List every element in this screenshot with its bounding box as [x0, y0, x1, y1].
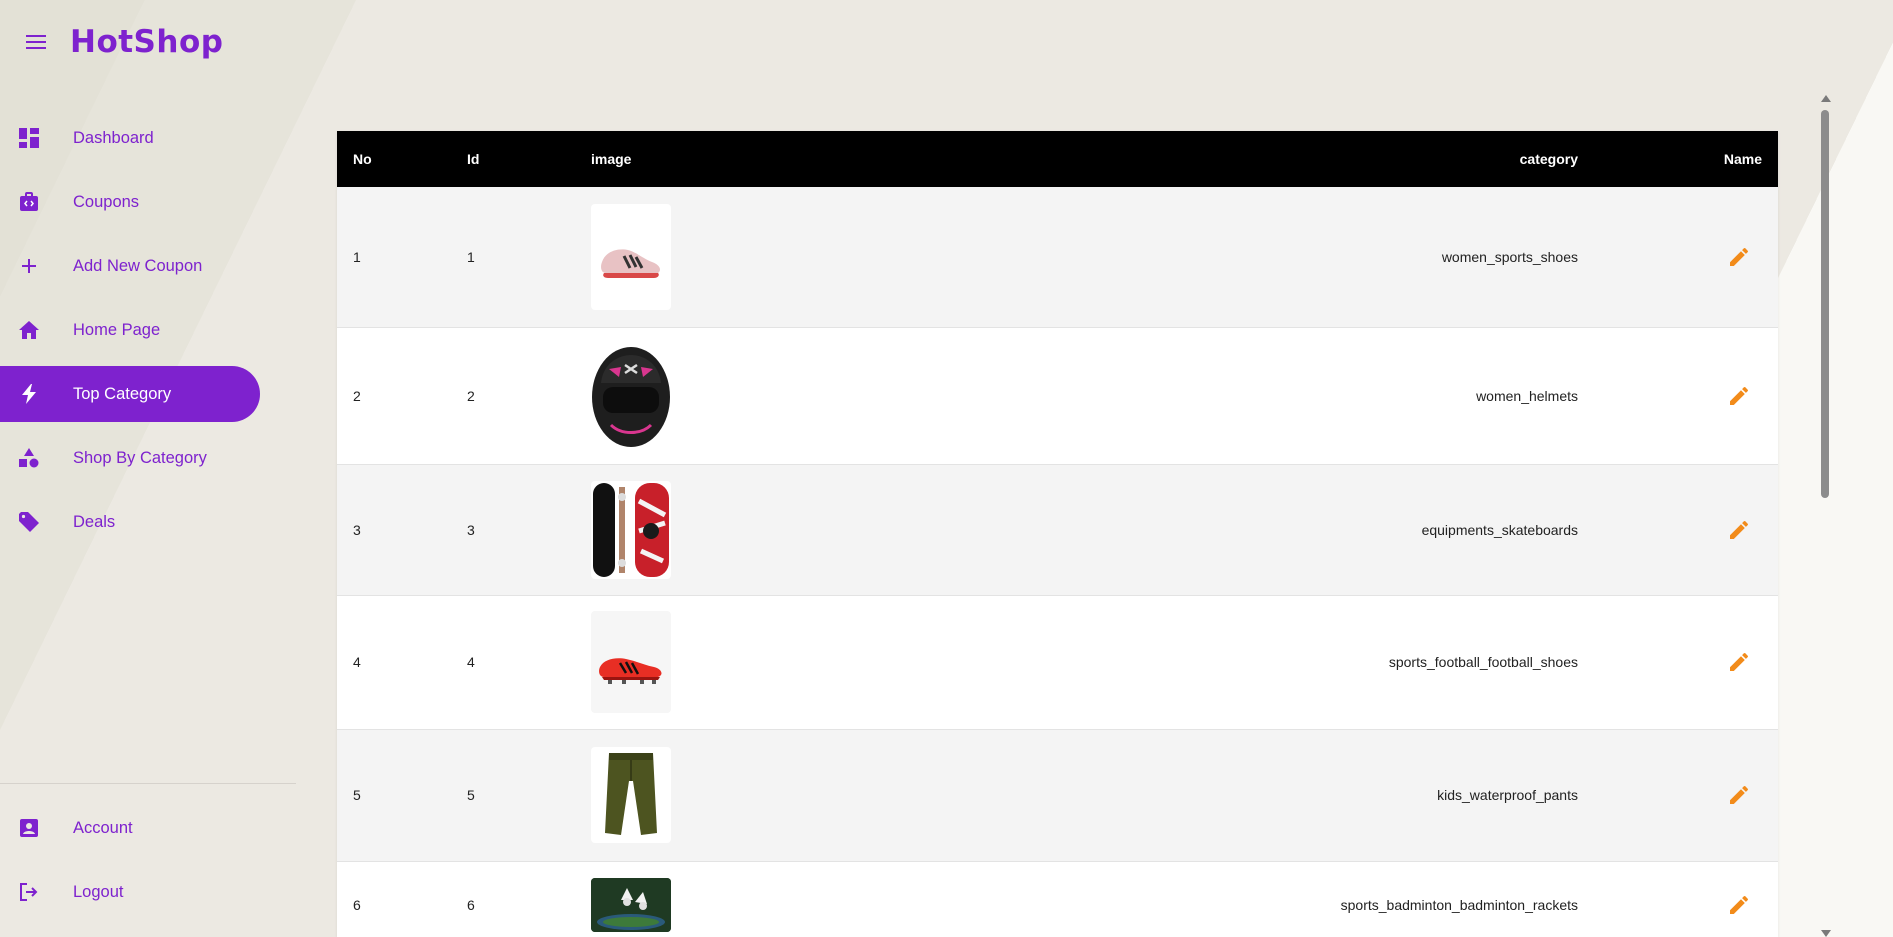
cell-category: women_sports_shoes — [1441, 248, 1578, 265]
category-shapes-icon — [18, 447, 40, 469]
tag-icon — [18, 511, 40, 533]
column-header-name: Name — [1723, 151, 1762, 167]
column-header-image: image — [591, 151, 632, 167]
cell-category: equipments_skateboards — [1421, 521, 1578, 538]
dashboard-icon — [18, 127, 40, 149]
edit-icon[interactable] — [1727, 650, 1751, 674]
sidebar-bottom-nav: Account Logout — [0, 800, 296, 928]
cell-no: 5 — [353, 787, 361, 803]
sidebar-divider — [0, 783, 296, 784]
cell-no: 1 — [353, 248, 361, 265]
edit-icon[interactable] — [1727, 783, 1751, 807]
cell-no: 4 — [353, 654, 361, 670]
sidebar-item-account[interactable]: Account — [0, 800, 260, 856]
sidebar-item-label: Deals — [73, 512, 116, 531]
table-header-row: No Id image category Name — [337, 131, 1778, 187]
sidebar-item-label: Coupons — [73, 192, 140, 211]
sidebar: HotShop Dashboard Coupons Add New Coupon… — [0, 0, 296, 937]
football-shoe-icon — [591, 611, 671, 713]
home-icon — [18, 319, 40, 341]
sidebar-item-home-page[interactable]: Home Page — [0, 302, 260, 358]
sidebar-item-label: Top Category — [73, 384, 172, 403]
table-row: 6 6 sports_badminton_badminton_rackets — [337, 861, 1778, 937]
cell-id: 6 — [467, 897, 475, 913]
menu-icon[interactable] — [24, 30, 48, 54]
helmet-icon — [591, 342, 671, 449]
cell-category: sports_badminton_badminton_rackets — [1340, 897, 1578, 913]
plus-icon — [18, 255, 40, 277]
cell-no: 2 — [353, 387, 361, 404]
sidebar-item-logout[interactable]: Logout — [0, 864, 260, 920]
logout-icon — [18, 881, 40, 903]
cell-id: 3 — [467, 521, 475, 538]
sidebar-item-label: Shop By Category — [73, 448, 207, 467]
table-row: 4 4 sports_football_football_shoes — [337, 595, 1778, 729]
coupon-icon — [18, 191, 40, 213]
column-header-id: Id — [467, 151, 480, 167]
cell-category: sports_football_football_shoes — [1388, 654, 1578, 670]
cell-no: 3 — [353, 521, 361, 538]
cell-id: 5 — [467, 787, 475, 803]
pants-icon — [591, 747, 671, 843]
sidebar-item-label: Dashboard — [73, 128, 154, 147]
sidebar-item-coupons[interactable]: Coupons — [0, 174, 260, 230]
sidebar-item-add-new-coupon[interactable]: Add New Coupon — [0, 238, 260, 294]
table-row: 2 2 women_helmets — [337, 327, 1778, 464]
bolt-icon — [18, 383, 40, 405]
account-box-icon — [18, 817, 40, 839]
top-category-table: No Id image category Name 1 1 women_spor… — [337, 131, 1778, 937]
vertical-scrollbar[interactable] — [1818, 90, 1832, 937]
table-row: 5 5 kids_waterproof_pants — [337, 729, 1778, 861]
scroll-down-arrow-icon[interactable] — [1821, 930, 1831, 937]
edit-icon[interactable] — [1727, 893, 1751, 917]
sidebar-item-label: Logout — [73, 882, 124, 901]
sidebar-nav: Dashboard Coupons Add New Coupon Home Pa… — [0, 110, 296, 558]
table-row: 1 1 women_sports_shoes — [337, 187, 1778, 327]
cell-id: 1 — [467, 248, 475, 265]
skateboard-icon — [591, 480, 671, 579]
sidebar-item-dashboard[interactable]: Dashboard — [0, 110, 260, 166]
sidebar-item-label: Home Page — [73, 320, 161, 339]
sidebar-item-top-category[interactable]: Top Category — [0, 366, 260, 422]
scrollbar-thumb[interactable] — [1821, 110, 1829, 498]
sidebar-item-shop-by-category[interactable]: Shop By Category — [0, 430, 260, 486]
edit-icon[interactable] — [1727, 384, 1751, 408]
sidebar-item-label: Account — [73, 818, 133, 837]
sidebar-item-label: Add New Coupon — [73, 256, 203, 275]
edit-icon[interactable] — [1727, 518, 1751, 542]
cell-id: 4 — [467, 654, 475, 670]
scroll-up-arrow-icon[interactable] — [1821, 95, 1831, 102]
badminton-icon — [591, 878, 671, 932]
column-header-no: No — [353, 151, 372, 167]
top-category-table-card: No Id image category Name 1 1 women_spor… — [337, 131, 1778, 937]
sidebar-item-deals[interactable]: Deals — [0, 494, 260, 550]
brand-name: HotShop — [70, 24, 224, 60]
cell-category: women_helmets — [1476, 387, 1578, 404]
edit-icon[interactable] — [1727, 245, 1751, 269]
table-row: 3 3 equipments_skateboards — [337, 464, 1778, 595]
cell-no: 6 — [353, 897, 361, 913]
cell-id: 2 — [467, 387, 475, 404]
brand: HotShop — [24, 24, 223, 60]
cell-category: kids_waterproof_pants — [1437, 787, 1578, 803]
column-header-category: category — [1519, 151, 1578, 167]
sneaker-pink-icon — [591, 203, 671, 310]
